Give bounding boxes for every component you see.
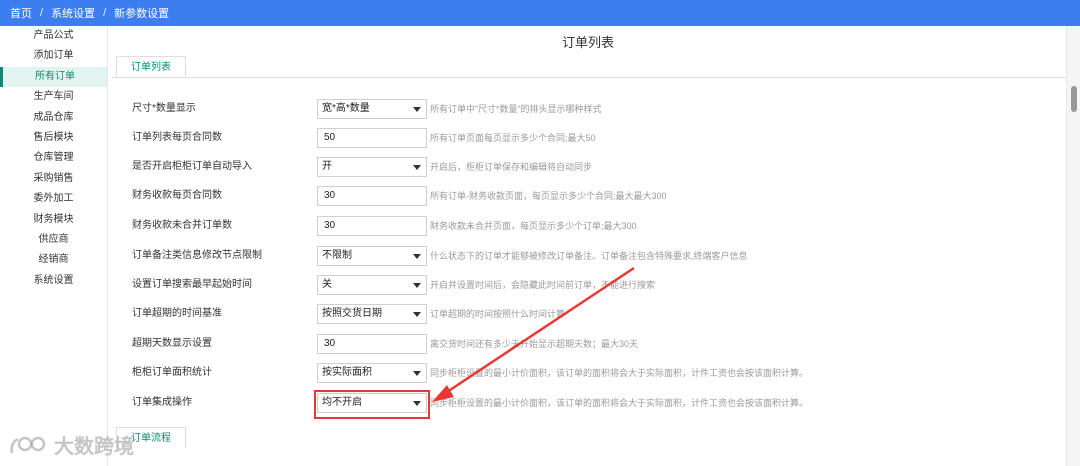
sidebar-item-workshop[interactable]: 生产车间 — [0, 87, 107, 107]
setting-row: 订单超期的时间基准 按照交货日期 订单超期的时间按照什么时间计算 — [110, 304, 1066, 324]
setting-row: 设置订单搜索最早起始时间 关 开启并设置时间后，会隐藏此时间前订单，不能进行搜索 — [110, 275, 1066, 295]
setting-label: 设置订单搜索最早起始时间 — [132, 279, 252, 290]
setting-row: 订单备注类信息修改节点限制 不限制 什么状态下的订单才能够被修改订单备注。订单备… — [110, 246, 1066, 266]
breadcrumb-current: 新参数设置 — [114, 8, 170, 20]
setting-hint: 所有订单中“尺寸*数量”的排头显示哪种样式 — [430, 104, 602, 114]
finance-unmerged-orders-input[interactable]: 30 — [317, 216, 427, 236]
sidebar-item-warehouse[interactable]: 仓库管理 — [0, 148, 107, 168]
area-statistics-select[interactable]: 按实际面积 — [317, 363, 427, 383]
setting-hint: 开启并设置时间后，会隐藏此时间前订单，不能进行搜索 — [430, 280, 656, 290]
size-quantity-display-select[interactable]: 宽*高*数量 — [317, 99, 427, 119]
sidebar-item-supplier[interactable]: 供应商 — [0, 230, 107, 250]
scrollbar-thumb[interactable] — [1071, 86, 1077, 112]
setting-label: 财务收款未合并订单数 — [132, 220, 232, 231]
setting-hint: 同步柜柜设置的最小计价面积，该订单的面积将会大于实际面积，计件工资也会按该面积计… — [430, 368, 809, 378]
setting-row: 订单列表每页合同数 50 所有订单页面每页显示多少个合同;最大50 — [110, 128, 1066, 148]
sidebar-item-product-formula[interactable]: 产品公式 — [0, 26, 107, 46]
setting-hint: 财务收款未合并页面，每页显示多少个订单;最大300 — [430, 221, 637, 231]
overdue-basis-select[interactable]: 按照交货日期 — [317, 304, 427, 324]
sidebar-item-add-order[interactable]: 添加订单 — [0, 46, 107, 66]
setting-label: 订单集成操作 — [132, 397, 192, 408]
setting-row: 财务收款未合并订单数 30 财务收款未合并页面，每页显示多少个订单;最大300 — [110, 216, 1066, 236]
setting-row: 尺寸*数量显示 宽*高*数量 所有订单中“尺寸*数量”的排头显示哪种样式 — [110, 99, 1066, 119]
breadcrumb-separator: / — [103, 7, 107, 19]
search-start-time-select[interactable]: 关 — [317, 275, 427, 295]
breadcrumb-system-settings[interactable]: 系统设置 — [51, 5, 95, 21]
tab-order-list[interactable]: 订单列表 — [116, 56, 186, 78]
breadcrumb-home[interactable]: 首页 — [10, 5, 32, 21]
setting-label: 订单列表每页合同数 — [132, 132, 222, 143]
sidebar-item-outsourcing[interactable]: 委外加工 — [0, 189, 107, 209]
setting-row: 是否开启柜柜订单自动导入 开 开启后，柜柜订单保存和编辑将自动同步 — [110, 157, 1066, 177]
setting-row: 财务收款每页合同数 30 所有订单-财务收款页面，每页显示多少个合同;最大最大3… — [110, 186, 1066, 206]
breadcrumb: 首页 / 系统设置 / 新参数设置 — [0, 0, 1080, 26]
watermark-text: 大数跨境 — [54, 436, 134, 458]
finance-contracts-per-page-input[interactable]: 30 — [317, 186, 427, 206]
setting-hint: 订单超期的时间按照什么时间计算 — [430, 309, 566, 319]
overdue-days-input[interactable]: 30 — [317, 334, 427, 354]
sidebar-item-finished-warehouse[interactable]: 成品仓库 — [0, 108, 107, 128]
setting-hint: 所有订单页面每页显示多少个合同;最大50 — [430, 133, 596, 143]
highlight-box — [314, 390, 430, 419]
sidebar-item-purchase-sales[interactable]: 采购销售 — [0, 169, 107, 189]
setting-label: 超期天数显示设置 — [132, 338, 212, 349]
setting-hint: 离交货时间还有多少天开始显示超期天数；最大30天 — [430, 339, 639, 349]
setting-row: 柜柜订单面积统计 按实际面积 同步柜柜设置的最小计价面积，该订单的面积将会大于实… — [110, 363, 1066, 383]
sidebar-item-all-orders[interactable]: 所有订单 — [0, 66, 107, 88]
tab-divider — [112, 77, 1066, 78]
auto-import-select[interactable]: 开 — [317, 157, 427, 177]
watermark-logo-icon — [10, 436, 46, 453]
setting-hint: 开启后，柜柜订单保存和编辑将自动同步 — [430, 162, 593, 172]
setting-label: 尺寸*数量显示 — [132, 103, 196, 114]
setting-label: 订单备注类信息修改节点限制 — [132, 250, 262, 261]
sidebar: 产品公式 添加订单 所有订单 生产车间 成品仓库 售后模块 仓库管理 采购销售 … — [0, 26, 108, 466]
sidebar-item-finance[interactable]: 财务模块 — [0, 210, 107, 230]
breadcrumb-separator: / — [40, 7, 44, 19]
scrollbar[interactable] — [1066, 26, 1080, 466]
remark-edit-limit-select[interactable]: 不限制 — [317, 246, 427, 266]
sidebar-item-system-settings[interactable]: 系统设置 — [0, 271, 107, 291]
setting-row: 订单集成操作 均不开启 同步柜柜设置的最小计价面积，该订单的面积将会大于实际面积… — [110, 393, 1066, 413]
main-content: 订单列表 订单列表 尺寸*数量显示 宽*高*数量 所有订单中“尺寸*数量”的排头… — [110, 26, 1066, 466]
setting-label: 柜柜订单面积统计 — [132, 367, 212, 378]
setting-hint: 所有订单-财务收款页面，每页显示多少个合同;最大最大300 — [430, 191, 667, 201]
setting-row: 超期天数显示设置 30 离交货时间还有多少天开始显示超期天数；最大30天 — [110, 334, 1066, 354]
setting-hint: 什么状态下的订单才能够被修改订单备注。订单备注包含特殊要求,终端客户信息 — [430, 251, 748, 261]
contracts-per-page-input[interactable]: 50 — [317, 128, 427, 148]
sidebar-item-dealer[interactable]: 经销商 — [0, 250, 107, 270]
setting-label: 财务收款每页合同数 — [132, 190, 222, 201]
setting-hint: 同步柜柜设置的最小计价面积，该订单的面积将会大于实际面积，计件工资也会按该面积计… — [430, 398, 809, 408]
watermark: 大数跨境 — [8, 430, 134, 459]
sidebar-item-after-sales[interactable]: 售后模块 — [0, 128, 107, 148]
setting-label: 是否开启柜柜订单自动导入 — [132, 161, 252, 172]
page-title: 订单列表 — [561, 35, 614, 50]
setting-label: 订单超期的时间基准 — [132, 308, 222, 319]
